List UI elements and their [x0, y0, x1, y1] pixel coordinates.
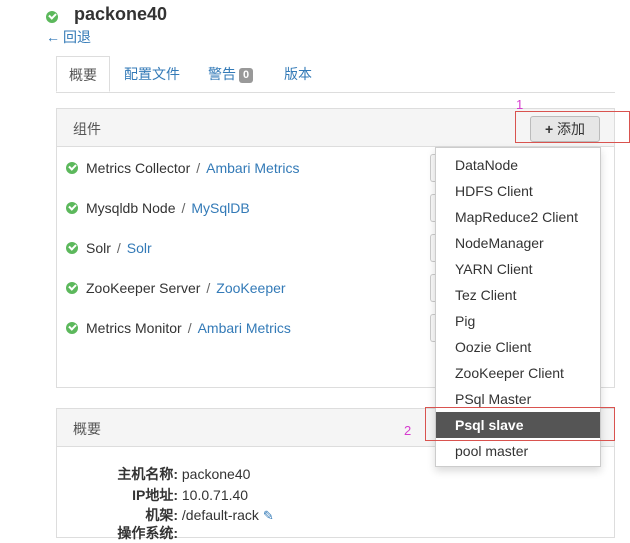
ip-value: 10.0.71.40: [181, 487, 249, 503]
service-link[interactable]: Ambari Metrics: [206, 160, 299, 176]
component-row: ZooKeeper Server / ZooKeeper: [66, 278, 286, 298]
component-row: Mysqldb Node / MySqlDB: [66, 198, 250, 218]
components-panel-title: 组件: [73, 121, 101, 137]
rack-value: /default-rack: [181, 507, 259, 523]
component-name: Mysqldb Node: [86, 200, 176, 216]
host-name-row: 主机名称: packone40: [58, 464, 250, 484]
menu-item-mapreduce2-client[interactable]: MapReduce2 Client: [436, 204, 600, 230]
component-name: Metrics Monitor: [86, 320, 182, 336]
tab-configs[interactable]: 配置文件: [112, 56, 192, 92]
annotation-number-1: 1: [516, 97, 524, 112]
annotation-box-2: [425, 407, 615, 441]
summary-panel-title: 概要: [73, 421, 101, 437]
alerts-count-badge: 0: [239, 68, 254, 83]
annotation-number-2: 2: [404, 423, 412, 438]
tab-alerts[interactable]: 警告 0: [196, 56, 265, 92]
service-link[interactable]: ZooKeeper: [216, 280, 285, 296]
tab-summary[interactable]: 概要: [56, 56, 110, 92]
status-ok-icon: [46, 11, 58, 23]
tab-versions[interactable]: 版本: [272, 56, 324, 92]
separator: /: [206, 280, 211, 296]
menu-item-hdfs-client[interactable]: HDFS Client: [436, 178, 600, 204]
component-row: Solr / Solr: [66, 238, 152, 258]
service-link[interactable]: Solr: [127, 240, 152, 256]
os-label: 操作系统:: [117, 525, 178, 541]
edit-pencil-icon[interactable]: ✎: [263, 508, 274, 523]
component-name: Solr: [86, 240, 111, 256]
ip-row: IP地址: 10.0.71.40: [58, 485, 248, 505]
add-button-label: 添加: [557, 121, 586, 137]
menu-item-yarn-client[interactable]: YARN Client: [436, 256, 600, 282]
menu-item-zookeeper-client[interactable]: ZooKeeper Client: [436, 360, 600, 386]
menu-item-oozie-client[interactable]: Oozie Client: [436, 334, 600, 360]
service-link[interactable]: Ambari Metrics: [198, 320, 291, 336]
status-ok-icon: [66, 322, 78, 334]
rack-label: 机架:: [145, 507, 178, 523]
host-name-value: packone40: [181, 466, 251, 482]
component-row: Metrics Monitor / Ambari Metrics: [66, 318, 291, 338]
menu-item-tez-client[interactable]: Tez Client: [436, 282, 600, 308]
arrow-left-icon: ←: [46, 29, 60, 45]
component-name: Metrics Collector: [86, 160, 191, 176]
add-component-button[interactable]: + 添加: [530, 116, 600, 142]
ip-label: IP地址:: [132, 487, 178, 503]
status-ok-icon: [66, 162, 78, 174]
status-ok-icon: [66, 282, 78, 294]
os-row: 操作系统:: [58, 523, 178, 543]
back-link[interactable]: ← 回退: [46, 27, 91, 47]
host-name-label: 主机名称:: [117, 466, 178, 482]
rack-row: 机架: /default-rack ✎: [58, 505, 274, 525]
service-link[interactable]: MySqlDB: [191, 200, 249, 216]
separator: /: [181, 200, 186, 216]
tab-alerts-label: 警告: [208, 66, 236, 82]
component-name: ZooKeeper Server: [86, 280, 201, 296]
page-title: packone40: [74, 4, 168, 24]
separator: /: [116, 240, 121, 256]
back-label: 回退: [63, 29, 91, 45]
plus-icon: +: [544, 121, 554, 137]
menu-item-pool-master[interactable]: pool master: [436, 438, 600, 464]
status-ok-icon: [66, 202, 78, 214]
status-ok-icon: [66, 242, 78, 254]
menu-item-nodemanager[interactable]: NodeManager: [436, 230, 600, 256]
separator: /: [187, 320, 192, 336]
tab-bar: 概要 配置文件 警告 0 版本: [56, 56, 615, 93]
separator: /: [196, 160, 201, 176]
component-row: Metrics Collector / Ambari Metrics: [66, 158, 300, 178]
menu-item-pig[interactable]: Pig: [436, 308, 600, 334]
menu-item-datanode[interactable]: DataNode: [436, 152, 600, 178]
